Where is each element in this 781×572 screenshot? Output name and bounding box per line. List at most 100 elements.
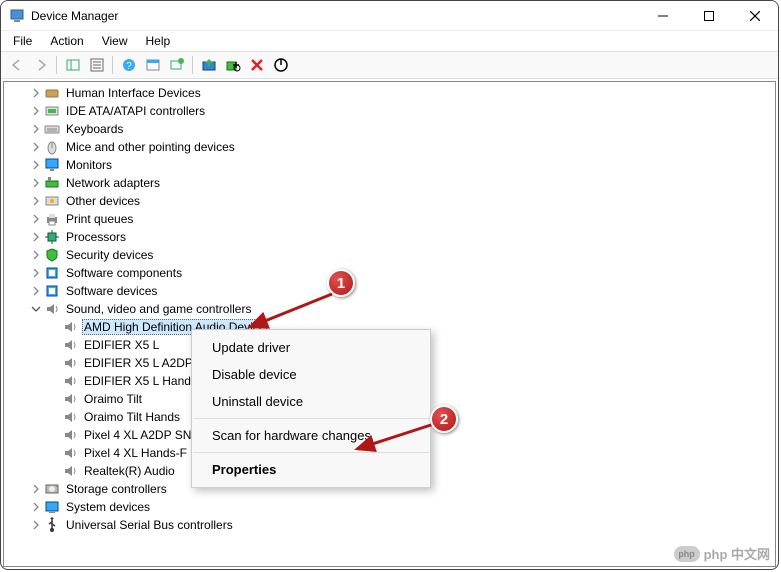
cpu-icon [44, 229, 60, 245]
menu-file[interactable]: File [5, 32, 40, 50]
expand-icon[interactable] [30, 177, 42, 189]
expand-icon[interactable] [30, 267, 42, 279]
tree-node-label: Keyboards [64, 122, 125, 136]
storage-icon [44, 481, 60, 497]
context-menu: Update driverDisable deviceUninstall dev… [191, 329, 431, 488]
sound-icon [44, 301, 60, 317]
context-menu-item[interactable]: Properties [192, 456, 430, 483]
tree-node[interactable]: Other devices [4, 192, 775, 210]
tree-node[interactable]: Print queues [4, 210, 775, 228]
show-hide-tree-button[interactable] [61, 54, 84, 76]
expand-icon[interactable] [30, 483, 42, 495]
scan-hardware-button[interactable] [165, 54, 188, 76]
menu-action[interactable]: Action [42, 32, 91, 50]
context-menu-item[interactable]: Disable device [192, 361, 430, 388]
tree-node-label: Software devices [64, 284, 159, 298]
context-menu-item[interactable]: Scan for hardware changes [192, 422, 430, 449]
expand-icon[interactable] [30, 159, 42, 171]
menu-view[interactable]: View [94, 32, 136, 50]
expand-icon[interactable] [30, 213, 42, 225]
watermark: php php 中文网 [674, 544, 770, 563]
speaker-icon [62, 463, 78, 479]
tree-node-label: Pixel 4 XL Hands-F [82, 446, 189, 460]
expand-icon[interactable] [30, 105, 42, 117]
tree-node[interactable]: IDE ATA/ATAPI controllers [4, 102, 775, 120]
tree-node-label: Pixel 4 XL A2DP SN [82, 428, 193, 442]
forward-button[interactable] [29, 54, 52, 76]
speaker-icon [62, 409, 78, 425]
back-button[interactable] [5, 54, 28, 76]
tree-node[interactable]: Software components [4, 264, 775, 282]
tree-node[interactable]: System devices [4, 498, 775, 516]
speaker-icon [62, 445, 78, 461]
disable-device-toolbar-button[interactable] [221, 54, 244, 76]
tree-node-label: Network adapters [64, 176, 162, 190]
tree-node-label: EDIFIER X5 L [82, 338, 161, 352]
hid-icon [44, 85, 60, 101]
annotation-badge-2: 2 [430, 405, 458, 433]
expand-icon[interactable] [30, 87, 42, 99]
expand-icon[interactable] [30, 249, 42, 261]
keyboard-icon [44, 121, 60, 137]
titlebar: Device Manager [1, 1, 778, 31]
speaker-icon [62, 319, 78, 335]
tree-node[interactable]: Processors [4, 228, 775, 246]
tree-node-label: Oraimo Tilt Hands [82, 410, 182, 424]
expand-icon[interactable] [30, 501, 42, 513]
tree-node-label: Software components [64, 266, 184, 280]
ide-icon [44, 103, 60, 119]
tree-node-label: Sound, video and game controllers [64, 302, 253, 316]
speaker-icon [62, 337, 78, 353]
update-driver-toolbar-button[interactable] [197, 54, 220, 76]
tree-node-label: Print queues [64, 212, 135, 226]
tree-node-label: Human Interface Devices [64, 86, 203, 100]
enable-device-toolbar-button[interactable] [269, 54, 292, 76]
uninstall-device-toolbar-button[interactable] [245, 54, 268, 76]
software-icon [44, 283, 60, 299]
tree-node[interactable]: Keyboards [4, 120, 775, 138]
tree-node[interactable]: Mice and other pointing devices [4, 138, 775, 156]
tree-node-label: Other devices [64, 194, 142, 208]
tree-node[interactable]: Software devices [4, 282, 775, 300]
collapse-icon[interactable] [30, 303, 42, 315]
maximize-button[interactable] [686, 1, 732, 30]
tree-node[interactable]: Human Interface Devices [4, 84, 775, 102]
speaker-icon [62, 355, 78, 371]
tree-node-label: Monitors [64, 158, 114, 172]
window: Device Manager File Action View Help ? [0, 0, 779, 570]
context-menu-item[interactable]: Uninstall device [192, 388, 430, 415]
window-title: Device Manager [31, 9, 118, 23]
speaker-icon [62, 373, 78, 389]
tree-node[interactable]: Network adapters [4, 174, 775, 192]
help-toolbar-button[interactable]: ? [117, 54, 140, 76]
menubar: File Action View Help [1, 31, 778, 51]
tree-node-label: Realtek(R) Audio [82, 464, 177, 478]
tree-node-label: Processors [64, 230, 128, 244]
tree-node-label: Oraimo Tilt [82, 392, 144, 406]
svg-text:?: ? [126, 61, 132, 72]
tree-node-label: Storage controllers [64, 482, 169, 496]
device-tree[interactable]: Human Interface Devices IDE ATA/ATAPI con… [3, 81, 776, 567]
context-menu-item[interactable]: Update driver [192, 334, 430, 361]
expand-icon[interactable] [30, 519, 42, 531]
tree-node-label: EDIFIER X5 L Hand [82, 374, 193, 388]
properties-toolbar-button[interactable] [85, 54, 108, 76]
tree-node[interactable]: Sound, video and game controllers [4, 300, 775, 318]
expand-icon[interactable] [30, 195, 42, 207]
expand-icon[interactable] [30, 141, 42, 153]
mouse-icon [44, 139, 60, 155]
tree-node[interactable]: Universal Serial Bus controllers [4, 516, 775, 534]
tree-node-label: Mice and other pointing devices [64, 140, 237, 154]
tree-node-label: Security devices [64, 248, 155, 262]
speaker-icon [62, 427, 78, 443]
tree-node[interactable]: Monitors [4, 156, 775, 174]
tree-node[interactable]: Security devices [4, 246, 775, 264]
view-toolbar-button[interactable] [141, 54, 164, 76]
expand-icon[interactable] [30, 231, 42, 243]
expand-icon[interactable] [30, 285, 42, 297]
close-button[interactable] [732, 1, 778, 30]
toolbar: ? [1, 51, 778, 79]
expand-icon[interactable] [30, 123, 42, 135]
minimize-button[interactable] [640, 1, 686, 30]
menu-help[interactable]: Help [138, 32, 179, 50]
